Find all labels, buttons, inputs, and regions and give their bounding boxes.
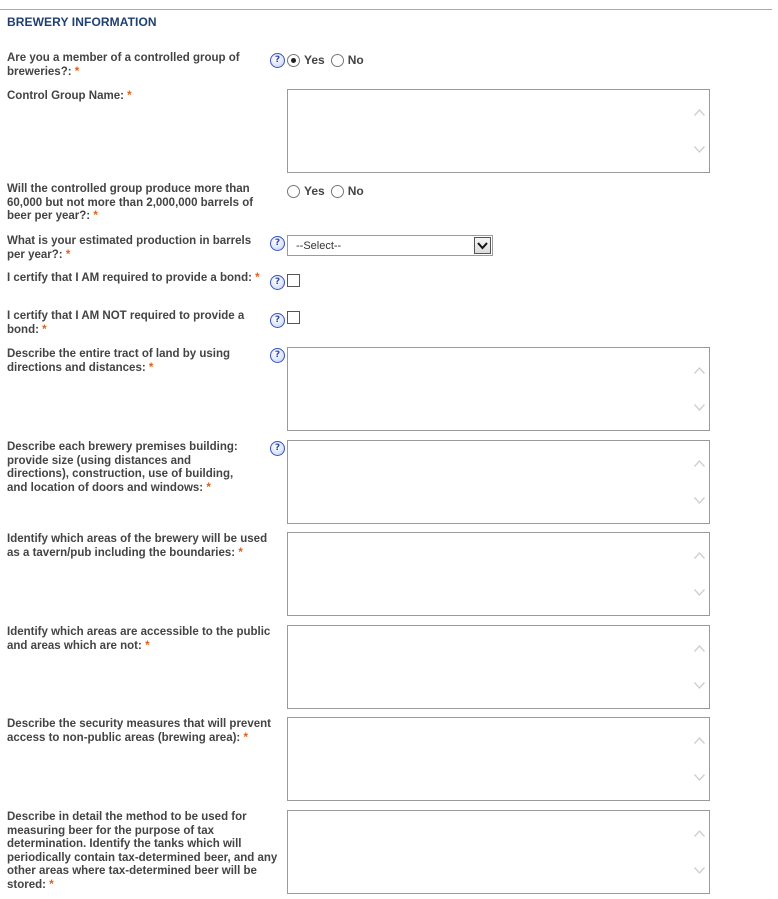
required-marker: * (93, 210, 98, 222)
help-icon[interactable]: ? (270, 441, 285, 456)
estimated-production-label-text: What is your estimated production in bar… (7, 235, 252, 261)
scroll-up-icon[interactable] (693, 551, 706, 560)
chevron-down-icon[interactable] (474, 237, 491, 254)
security-measures-textarea[interactable] (287, 717, 710, 801)
required-marker: * (148, 361, 154, 374)
bond-not-required-label: I certify that I AM NOT required to prov… (7, 310, 265, 337)
required-marker: * (127, 90, 132, 102)
scroll-down-icon[interactable] (693, 773, 706, 782)
control-group-name-label-text: Control Group Name: (7, 90, 124, 102)
production-yes-radio[interactable] (287, 184, 300, 198)
scroll-down-icon[interactable] (693, 588, 706, 597)
control-group-name-label: Control Group Name: * (7, 90, 265, 104)
scroll-down-icon[interactable] (693, 145, 706, 154)
tavern-areas-label: Identify which areas of the brewery will… (7, 533, 282, 560)
controlled-group-label-text: Are you a member of a controlled group o… (7, 52, 240, 78)
top-divider (0, 9, 772, 10)
bond-required-label: I certify that I AM required to provide … (7, 272, 265, 286)
radio-option-label: No (347, 53, 364, 67)
required-marker: * (42, 323, 47, 336)
production-no-radio[interactable] (330, 184, 344, 198)
required-marker: * (255, 272, 260, 284)
security-measures-label-text: Describe the security measures that will… (7, 718, 271, 744)
scroll-up-icon[interactable] (693, 644, 706, 653)
help-icon[interactable]: ? (270, 275, 285, 290)
controlled-group-no-radio[interactable] (330, 53, 344, 67)
scroll-up-icon[interactable] (693, 736, 706, 745)
scroll-down-icon[interactable] (693, 496, 706, 505)
section-title: BREWERY INFORMATION (7, 15, 157, 29)
premises-building-label-text: Describe each brewery premises building:… (7, 441, 238, 494)
textarea-scrollbar[interactable] (691, 534, 708, 614)
controlled-group-production-label: Will the controlled group produce more t… (7, 183, 265, 224)
required-marker: * (238, 546, 243, 559)
scroll-down-icon[interactable] (693, 866, 706, 875)
radio-option-label: Yes (304, 184, 325, 198)
public-areas-label: Identify which areas are accessible to t… (7, 626, 285, 653)
scroll-up-icon[interactable] (693, 459, 706, 468)
help-icon[interactable]: ? (270, 348, 285, 363)
controlled-group-production-label-text: Will the controlled group produce more t… (7, 183, 254, 222)
scroll-down-icon[interactable] (693, 681, 706, 690)
estimated-production-select[interactable]: --Select-- (287, 235, 493, 256)
radio-option-label: Yes (304, 53, 325, 67)
public-areas-textarea[interactable] (287, 625, 710, 709)
premises-building-label: Describe each brewery premises building:… (7, 441, 252, 495)
tract-of-land-label: Describe the entire tract of land by usi… (7, 348, 265, 375)
help-icon[interactable]: ? (270, 313, 285, 328)
bond-required-checkbox[interactable] (287, 274, 300, 287)
scroll-up-icon[interactable] (693, 366, 706, 375)
help-icon[interactable]: ? (270, 236, 285, 251)
measuring-method-textarea[interactable] (287, 810, 710, 894)
required-marker: * (49, 878, 54, 891)
controlled-group-production-radio-group: Yes No (287, 184, 370, 198)
textarea-scrollbar[interactable] (691, 719, 708, 799)
radio-option-label: No (347, 184, 364, 198)
required-marker: * (74, 65, 80, 78)
textarea-scrollbar[interactable] (691, 349, 708, 429)
controlled-group-yes-radio[interactable] (287, 53, 300, 67)
scroll-up-icon[interactable] (693, 108, 706, 117)
textarea-scrollbar[interactable] (691, 442, 708, 522)
required-marker: * (243, 731, 248, 744)
control-group-name-textarea[interactable] (287, 89, 710, 173)
required-marker: * (145, 639, 150, 652)
tract-of-land-textarea[interactable] (287, 347, 710, 431)
tavern-areas-label-text: Identify which areas of the brewery will… (7, 533, 268, 559)
bond-required-label-text: I certify that I AM required to provide … (7, 272, 252, 284)
security-measures-label: Describe the security measures that will… (7, 718, 285, 745)
required-marker: * (65, 248, 71, 261)
tract-of-land-label-text: Describe the entire tract of land by usi… (7, 348, 231, 374)
estimated-production-label: What is your estimated production in bar… (7, 235, 265, 262)
select-value: --Select-- (296, 240, 342, 252)
textarea-scrollbar[interactable] (691, 91, 708, 171)
textarea-scrollbar[interactable] (691, 812, 708, 892)
premises-building-textarea[interactable] (287, 440, 710, 524)
public-areas-label-text: Identify which areas are accessible to t… (7, 626, 271, 652)
measuring-method-label-text: Describe in detail the method to be used… (7, 811, 278, 891)
bond-not-required-checkbox[interactable] (287, 311, 300, 324)
help-icon[interactable]: ? (270, 53, 285, 68)
scroll-up-icon[interactable] (693, 829, 706, 838)
controlled-group-radio-group: Yes No (287, 53, 370, 67)
textarea-scrollbar[interactable] (691, 627, 708, 707)
required-marker: * (206, 481, 211, 494)
tavern-areas-textarea[interactable] (287, 532, 710, 616)
measuring-method-label: Describe in detail the method to be used… (7, 811, 279, 892)
controlled-group-label: Are you a member of a controlled group o… (7, 52, 265, 79)
scroll-down-icon[interactable] (693, 403, 706, 412)
